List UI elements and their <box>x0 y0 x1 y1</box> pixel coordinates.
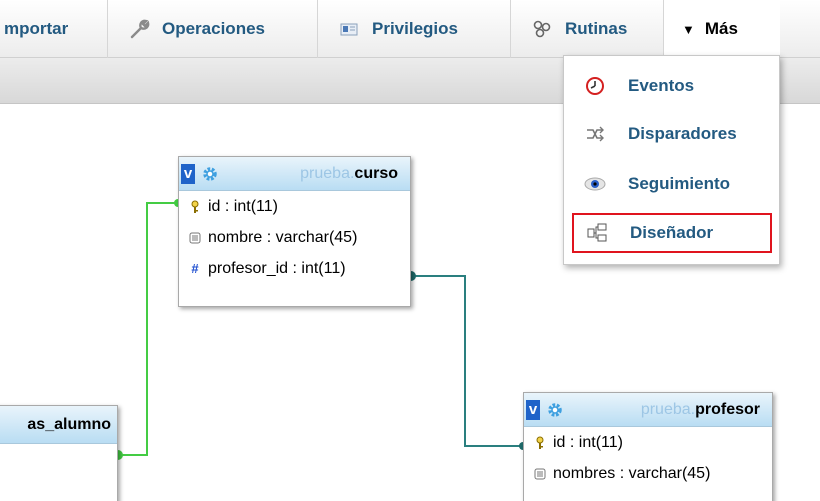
relation-line-curso-profesor <box>411 275 523 447</box>
mas-dropdown-menu: Eventos Disparadores Seguimiento Diseñad… <box>563 55 780 265</box>
column-text: nombres : varchar(45) <box>553 464 711 482</box>
collapse-toggle[interactable]: v <box>526 399 540 420</box>
key-icon <box>188 200 202 214</box>
clock-icon <box>584 75 606 97</box>
gear-icon[interactable] <box>546 401 564 419</box>
menu-item-disparadores[interactable]: Disparadores <box>572 114 772 154</box>
column-icon <box>188 232 202 244</box>
table-name: curso <box>354 164 398 182</box>
eye-icon <box>584 173 606 195</box>
column-text: nombre : varchar(45) <box>208 228 358 246</box>
trigger-icon <box>584 123 606 145</box>
gear-icon[interactable] <box>201 165 219 183</box>
designer-table-curso[interactable]: v prueba.curso id : int(11) nombre : var… <box>178 156 411 307</box>
designer-table-profesor[interactable]: v prueba.profesor id : int(11) nombres :… <box>523 392 773 501</box>
menu-item-seguimiento[interactable]: Seguimiento <box>572 164 772 204</box>
relation-line-alumno-curso <box>118 202 178 456</box>
hash-icon: # <box>191 261 199 276</box>
key-icon <box>533 436 547 450</box>
table-column[interactable]: nombre : varchar(45) <box>179 222 410 253</box>
table-header[interactable]: as_alumno <box>0 406 117 444</box>
column-icon <box>533 468 547 480</box>
table-name: as_alumno <box>27 415 111 433</box>
database-name: prueba. <box>640 400 696 418</box>
table-column[interactable]: nombres : varchar(45) <box>524 458 772 489</box>
table-title: prueba.curso <box>300 165 398 183</box>
menu-item-label: Eventos <box>628 76 695 95</box>
table-title: as_alumno <box>27 416 111 434</box>
menu-item-label: Diseñador <box>630 223 714 242</box>
table-header[interactable]: v prueba.profesor <box>524 393 772 427</box>
database-name: prueba. <box>300 164 355 182</box>
column-text: profesor_id : int(11) <box>208 259 346 277</box>
designer-table-alumno[interactable]: as_alumno <box>0 405 118 501</box>
menu-item-disenador[interactable]: Diseñador <box>572 213 772 253</box>
menu-item-label: Disparadores <box>628 124 737 143</box>
collapse-toggle[interactable]: v <box>181 163 195 184</box>
designer-icon <box>586 222 608 244</box>
table-name: profesor <box>695 400 760 418</box>
column-text: id : int(11) <box>208 197 278 215</box>
table-column[interactable]: # profesor_id : int(11) <box>179 253 410 284</box>
table-column[interactable]: id : int(11) <box>179 191 410 222</box>
menu-item-eventos[interactable]: Eventos <box>572 66 772 106</box>
menu-item-label: Seguimiento <box>628 174 731 193</box>
table-title: prueba.profesor <box>641 401 760 419</box>
table-column[interactable]: id : int(11) <box>524 427 772 458</box>
table-header[interactable]: v prueba.curso <box>179 157 410 191</box>
column-text: id : int(11) <box>553 433 623 451</box>
